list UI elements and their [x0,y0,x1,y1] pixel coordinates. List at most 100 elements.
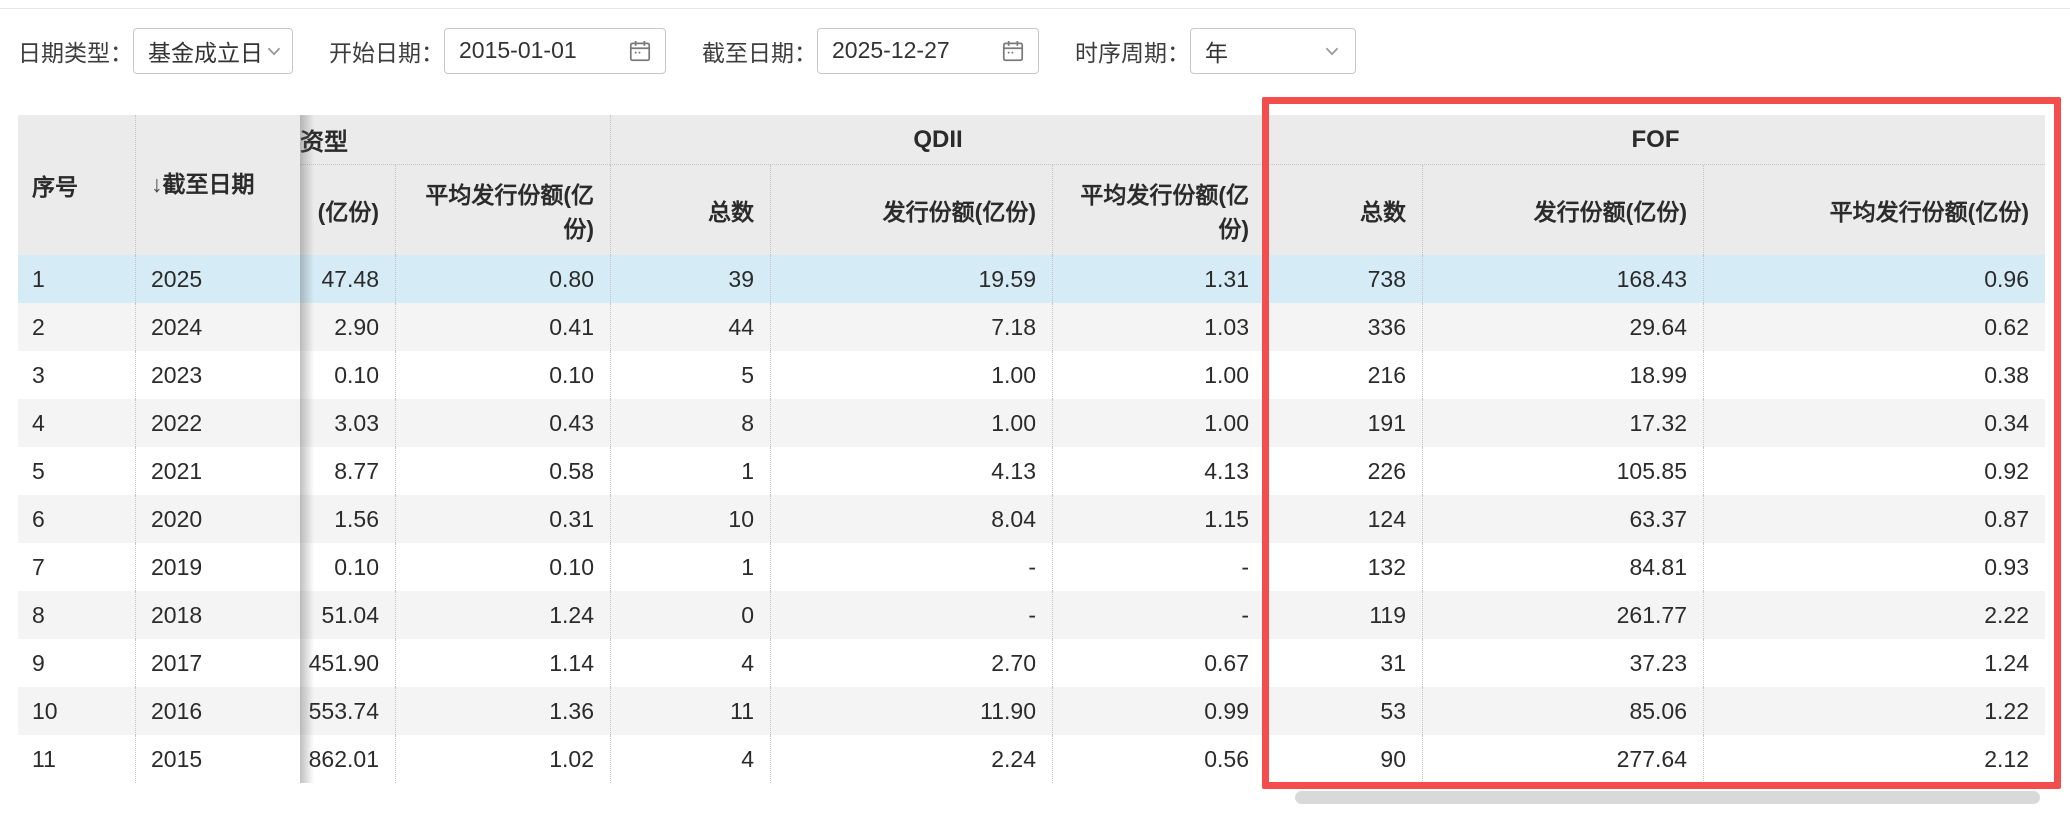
cell-value: 0.10 [300,543,395,591]
cell-value: 37.23 [1422,639,1703,687]
date-type-select[interactable]: 基金成立日 [133,28,293,74]
cell-date: 2021 [135,447,300,495]
cell-value: 0.62 [1703,303,2045,351]
cell-value: - [770,543,1052,591]
cell-value: 39 [610,255,770,303]
column-header[interactable]: 发行份额(亿份) [770,165,1052,255]
cell-seq: 11 [18,735,135,783]
end-date-input[interactable]: 2025-12-27 [817,28,1039,74]
cell-value: 29.64 [1422,303,1703,351]
cell-value: 2.22 [1703,591,2045,639]
column-header[interactable]: 平均发行份额(亿份) [395,165,610,255]
cell-value: 553.74 [300,687,395,735]
cell-seq: 8 [18,591,135,639]
column-header[interactable]: 发行份额(亿份) [1422,165,1703,255]
cell-seq: 2 [18,303,135,351]
cell-value: 84.81 [1422,543,1703,591]
cell-value: 119 [1265,591,1422,639]
cell-value: 2.12 [1703,735,2045,783]
cell-value: 0.99 [1052,687,1265,735]
cell-value: 0.38 [1703,351,2045,399]
cell-seq: 1 [18,255,135,303]
horizontal-scrollbar[interactable] [0,789,2070,805]
cell-value: 0.58 [395,447,610,495]
scrollbar-thumb[interactable] [1295,791,2040,804]
end-date-value: 2025-12-27 [832,37,950,64]
cell-date: 2022 [135,399,300,447]
column-header[interactable]: 平均发行份额(亿份) [1052,165,1265,255]
cell-value: 0.10 [395,351,610,399]
group-header-QDII: QDII [610,115,1265,165]
cell-value: 2.24 [770,735,1052,783]
cell-value: 336 [1265,303,1422,351]
cell-value: 19.59 [770,255,1052,303]
cell-value: 5 [610,351,770,399]
end-date-label: 截至日期： [702,34,817,68]
cell-value: - [1052,543,1265,591]
start-date-value: 2015-01-01 [459,37,577,64]
cell-value: 0.67 [1052,639,1265,687]
cell-value: 0.10 [395,543,610,591]
cell-date: 2017 [135,639,300,687]
cell-value: 11.90 [770,687,1052,735]
cell-date: 2020 [135,495,300,543]
cell-value: 191 [1265,399,1422,447]
cell-value: 226 [1265,447,1422,495]
cell-value: - [770,591,1052,639]
cell-value: 47.48 [300,255,395,303]
cell-value: 738 [1265,255,1422,303]
column-header[interactable]: 平均发行份额(亿份) [1703,165,2045,255]
sort-desc-icon: ↓ [151,171,163,197]
cell-value: 0.31 [395,495,610,543]
cell-value: 132 [1265,543,1422,591]
column-header[interactable]: 总数 [1265,165,1422,255]
period-select[interactable]: 年 [1190,28,1356,74]
cell-value: 0.10 [300,351,395,399]
calendar-icon[interactable] [1000,38,1026,64]
column-header[interactable]: (亿份) [300,165,395,255]
start-date-label: 开始日期： [329,34,444,68]
date-type-value: 基金成立日 [148,34,263,68]
cell-value: 0 [610,591,770,639]
cell-value: 3.03 [300,399,395,447]
column-header[interactable]: 总数 [610,165,770,255]
cell-value: 1.24 [395,591,610,639]
cell-value: 2.70 [770,639,1052,687]
cell-value: 4 [610,735,770,783]
cell-date: 2016 [135,687,300,735]
group-header-资型: 资型 [300,115,610,165]
cell-value: 862.01 [300,735,395,783]
fund-issuance-screen: 日期类型： 基金成立日 开始日期： 2015-01-01 截至日期： 20 [0,0,2070,824]
start-date-input[interactable]: 2015-01-01 [444,28,666,74]
cell-value: 261.77 [1422,591,1703,639]
period-value: 年 [1205,34,1228,68]
cell-value: 8.04 [770,495,1052,543]
cell-value: 31 [1265,639,1422,687]
cell-value: - [1052,591,1265,639]
cell-value: 1.56 [300,495,395,543]
group-header-FOF: FOF [1265,115,2045,165]
cell-value: 1.00 [770,399,1052,447]
cell-value: 0.96 [1703,255,2045,303]
cell-value: 18.99 [1422,351,1703,399]
period-label: 时序周期： [1075,34,1190,68]
cell-value: 17.32 [1422,399,1703,447]
cell-value: 11 [610,687,770,735]
cell-value: 0.34 [1703,399,2045,447]
cell-value: 0.92 [1703,447,2045,495]
calendar-icon[interactable] [627,38,653,64]
cell-value: 90 [1265,735,1422,783]
cell-value: 0.43 [395,399,610,447]
cell-seq: 10 [18,687,135,735]
cell-value: 44 [610,303,770,351]
cell-value: 7.18 [770,303,1052,351]
cell-value: 124 [1265,495,1422,543]
column-header-date-sortable[interactable]: ↓截至日期 [135,115,300,255]
cell-value: 105.85 [1422,447,1703,495]
cell-value: 63.37 [1422,495,1703,543]
cell-value: 0.41 [395,303,610,351]
cell-value: 277.64 [1422,735,1703,783]
cell-value: 168.43 [1422,255,1703,303]
cell-value: 8 [610,399,770,447]
cell-value: 0.80 [395,255,610,303]
